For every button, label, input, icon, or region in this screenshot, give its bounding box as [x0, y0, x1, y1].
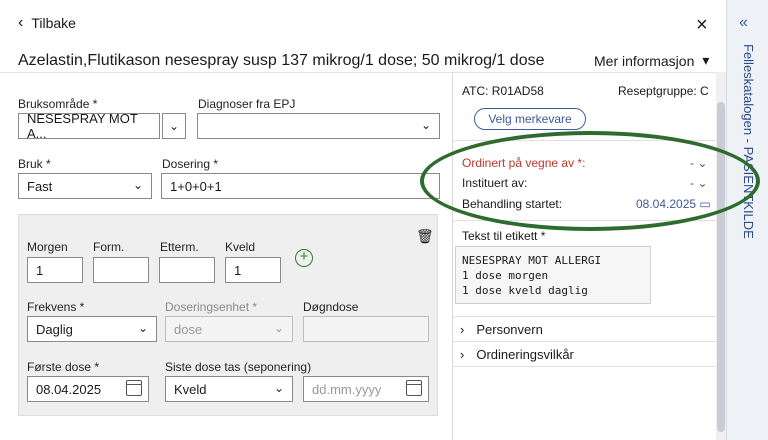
bruksomrade-select[interactable]: NESESPRAY MOT A...	[18, 111, 160, 141]
more-info-button[interactable]: Mer informasjon ▾	[594, 52, 709, 69]
chevron-left-icon: ‹	[18, 14, 24, 31]
back-label: Tilbake	[31, 15, 76, 31]
double-chevron-left-icon[interactable]: «	[739, 14, 748, 32]
scrollbar[interactable]	[716, 72, 726, 440]
more-info-label: Mer informasjon	[594, 52, 695, 69]
page-title: Azelastin,Flutikason nesespray susp 137 …	[18, 52, 545, 69]
etterm-input[interactable]	[159, 257, 215, 283]
siste-dose-label: Siste dose tas (seponering)	[165, 360, 312, 374]
reseptgruppe: Reseptgruppe: C	[618, 84, 709, 98]
dosering-label: Dosering *	[162, 157, 219, 171]
frekvens-value: Daglig	[36, 321, 73, 337]
form-input[interactable]	[93, 257, 149, 283]
chevron-right-icon: ›	[460, 347, 465, 362]
forste-dose-input[interactable]: 08.04.2025	[27, 376, 149, 402]
morgen-label: Morgen	[27, 240, 68, 254]
trash-icon[interactable]: 🗑	[416, 228, 434, 245]
dosering-input[interactable]: 1+0+0+1	[161, 173, 440, 199]
kveld-input[interactable]: 1	[225, 257, 281, 283]
doseringsenhet-select: dose ⌄	[165, 316, 293, 342]
accordion-ordineringsvilkar[interactable]: › Ordineringsvilkår	[460, 347, 574, 362]
frekvens-select[interactable]: Daglig ⌄	[27, 316, 157, 342]
siste-dose-date-input[interactable]: dd.mm.yyyy	[303, 376, 429, 402]
bruksomrade-dropdown-button[interactable]: ⌄	[162, 113, 186, 139]
chevron-right-icon: ›	[460, 322, 465, 337]
divider	[452, 366, 716, 367]
siste-dose-date-placeholder: dd.mm.yyyy	[312, 381, 382, 397]
bruk-value: Fast	[27, 178, 53, 194]
kveld-label: Kveld	[225, 240, 256, 254]
close-icon[interactable]: ×	[696, 14, 708, 37]
side-panel-label[interactable]: Felleskatalogen - PASIENTKILDE	[741, 44, 756, 239]
etterm-label: Etterm.	[160, 240, 199, 254]
chevron-down-icon: ⌄	[273, 381, 284, 395]
personvern-label: Personvern	[476, 322, 543, 337]
calendar-icon[interactable]	[406, 380, 422, 396]
etikett-label: Tekst til etikett *	[462, 229, 546, 243]
kveld-value: 1	[234, 262, 242, 278]
divider	[452, 316, 716, 317]
chevron-down-icon: ⌄	[420, 118, 431, 132]
velg-merkevare-button[interactable]: Velg merkevare	[474, 108, 586, 130]
back-button[interactable]: ‹ Tilbake	[18, 14, 76, 32]
dognsdose-label: Døgndose	[303, 300, 359, 314]
chevron-down-icon: ⌄	[137, 321, 148, 335]
morgen-input[interactable]: 1	[27, 257, 83, 283]
add-circle-icon[interactable]: +	[295, 249, 313, 267]
side-panel: « Felleskatalogen - PASIENTKILDE	[726, 0, 768, 440]
bruksomrade-value: NESESPRAY MOT A...	[27, 111, 138, 141]
bruk-select[interactable]: Fast ⌄	[18, 173, 152, 199]
chevron-down-icon: ⌄	[273, 321, 284, 335]
forste-dose-value: 08.04.2025	[36, 381, 102, 397]
ordineringsvilkar-label: Ordineringsvilkår	[476, 347, 574, 362]
siste-dose-select[interactable]: Kveld ⌄	[165, 376, 293, 402]
dognsdose-input	[303, 316, 429, 342]
doseringsenhet-label: Doseringsenhet *	[165, 300, 258, 314]
chevron-down-icon: ⌄	[132, 178, 143, 192]
frekvens-label: Frekvens *	[27, 300, 85, 314]
bruk-label: Bruk *	[18, 157, 51, 171]
doseringsenhet-value: dose	[174, 321, 203, 337]
morgen-value: 1	[36, 262, 44, 278]
diagnoser-select[interactable]: ⌄	[197, 113, 440, 139]
forste-dose-label: Første dose *	[27, 360, 100, 374]
siste-dose-value: Kveld	[174, 381, 207, 397]
accordion-personvern[interactable]: › Personvern	[460, 322, 543, 337]
etikett-textarea[interactable]: NESESPRAY MOT ALLERGI 1 dose morgen 1 do…	[455, 246, 651, 304]
divider	[452, 341, 716, 342]
calendar-icon[interactable]	[126, 380, 142, 396]
diagnoser-label: Diagnoser fra EPJ	[198, 97, 296, 111]
bruksomrade-label: Bruksområde *	[18, 97, 98, 111]
dosering-value: 1+0+0+1	[170, 178, 222, 194]
atc-code: ATC: R01AD58	[462, 84, 544, 98]
chevron-down-icon: ⌄	[168, 119, 180, 133]
chevron-down-icon: ▾	[702, 52, 710, 68]
highlight-ellipse	[420, 131, 760, 231]
form-label: Form.	[93, 240, 125, 254]
